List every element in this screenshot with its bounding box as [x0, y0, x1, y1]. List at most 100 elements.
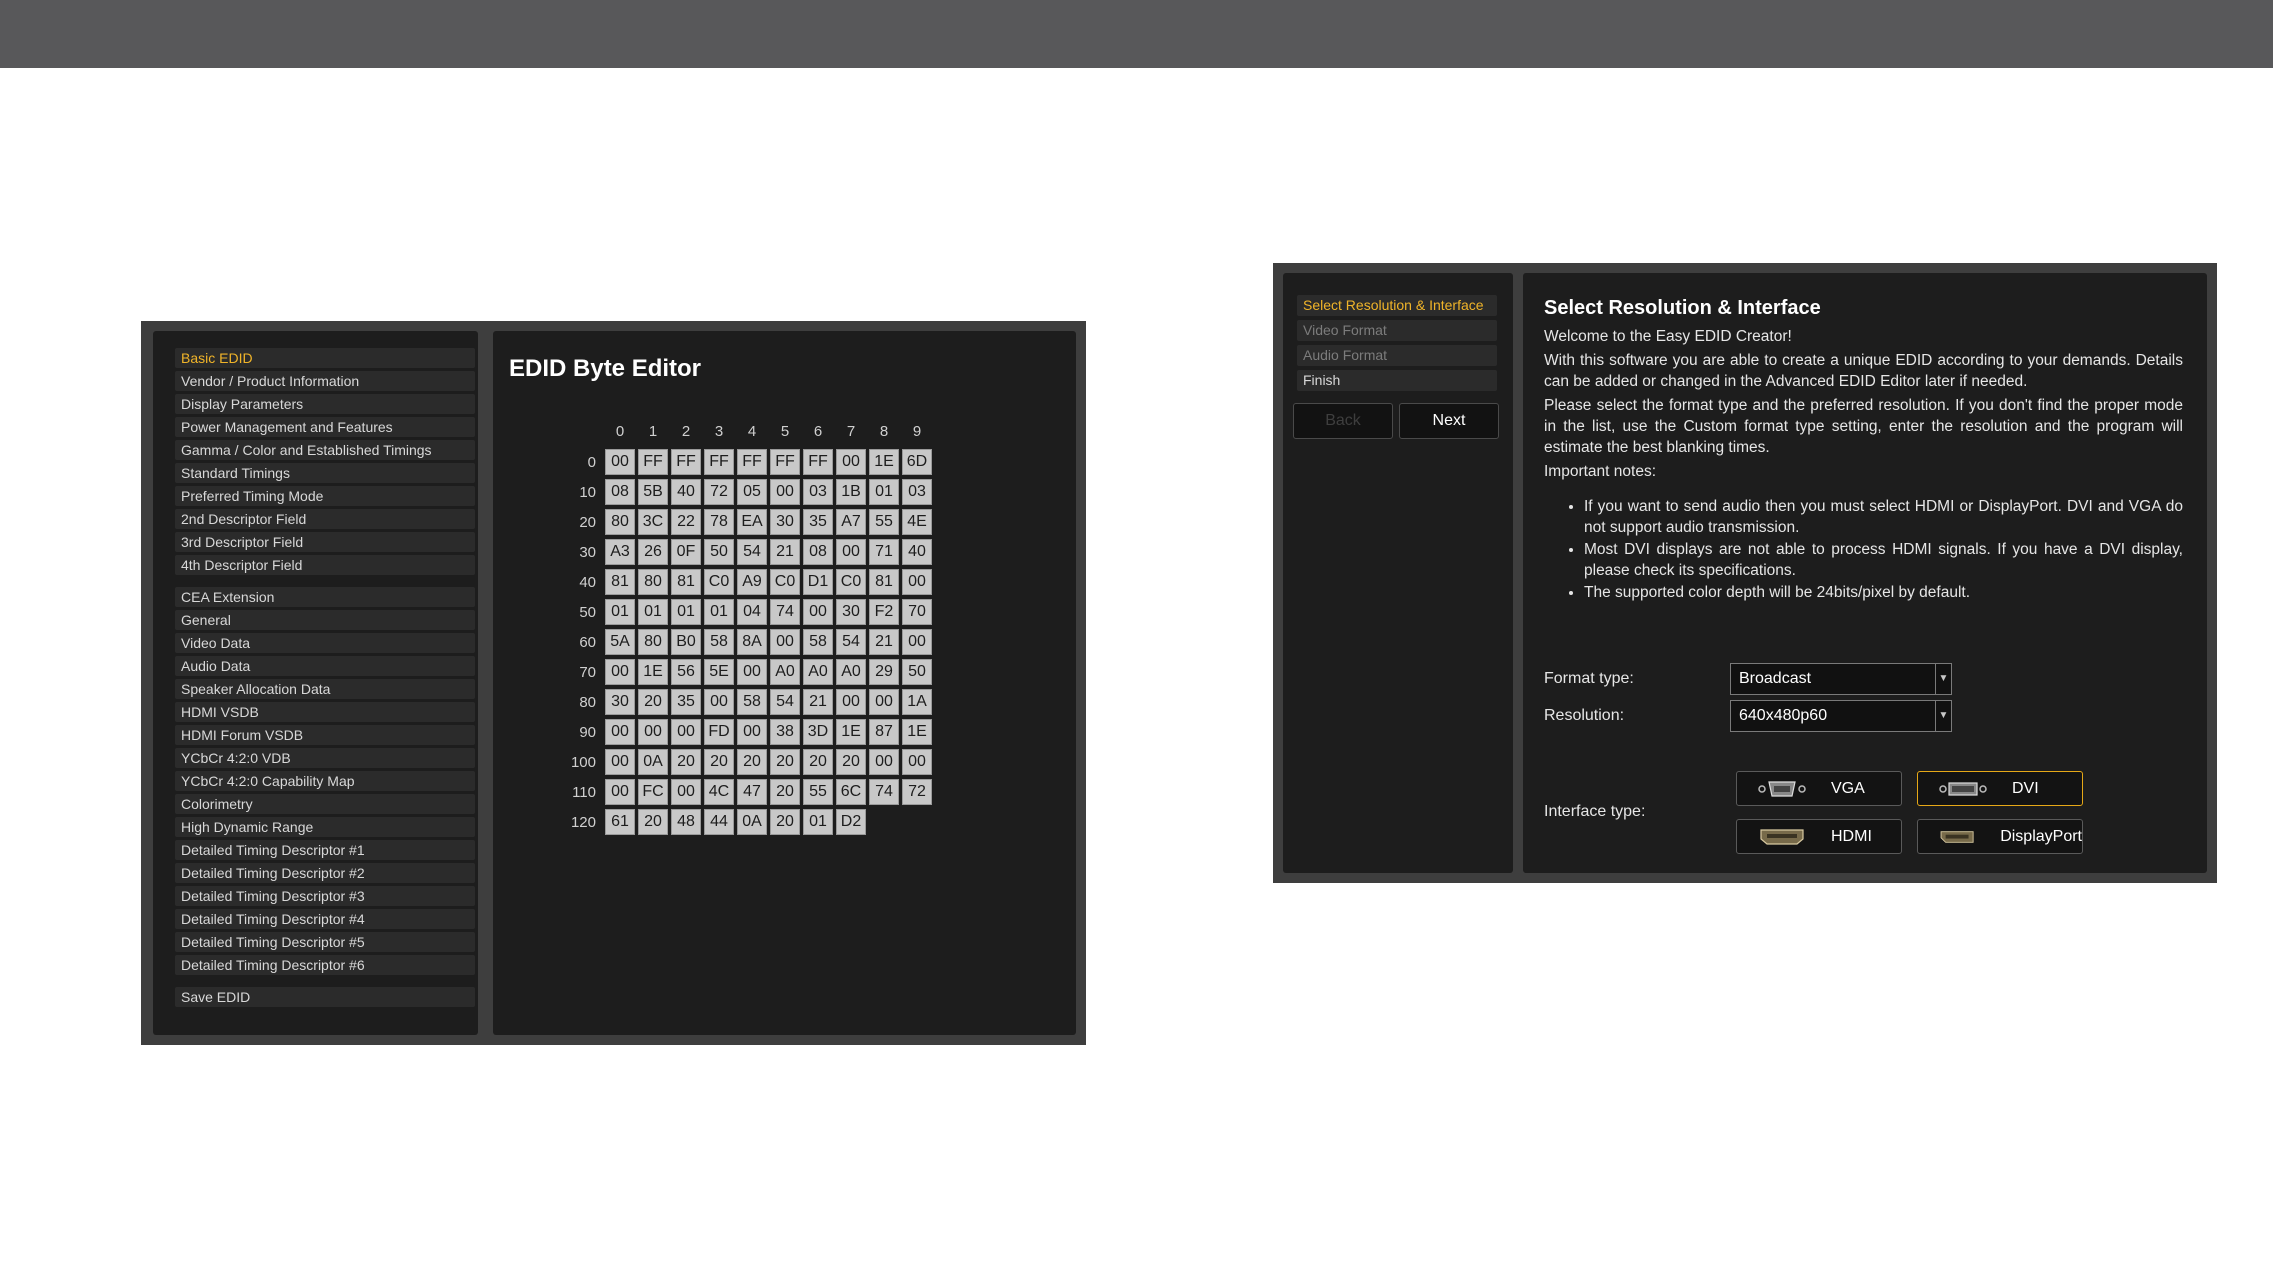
byte-cell[interactable]: 87	[869, 719, 899, 745]
byte-cell[interactable]: 22	[671, 509, 701, 535]
byte-cell[interactable]: 04	[737, 599, 767, 625]
byte-cell[interactable]: F2	[869, 599, 899, 625]
nav-item-detailed-timing-descriptor-1[interactable]: Detailed Timing Descriptor #1	[175, 840, 475, 860]
byte-cell[interactable]: 1E	[902, 719, 932, 745]
format-type-select[interactable]: Broadcast ▼	[1730, 663, 1952, 695]
byte-cell[interactable]: 6D	[902, 449, 932, 475]
byte-cell[interactable]: 30	[770, 509, 800, 535]
byte-cell[interactable]: 54	[737, 539, 767, 565]
byte-cell[interactable]: A0	[770, 659, 800, 685]
byte-cell[interactable]: B0	[671, 629, 701, 655]
byte-cell[interactable]: 30	[836, 599, 866, 625]
byte-cell[interactable]: 00	[836, 539, 866, 565]
byte-cell[interactable]: 78	[704, 509, 734, 535]
byte-cell[interactable]: 00	[770, 629, 800, 655]
byte-cell[interactable]: 20	[803, 749, 833, 775]
byte-cell[interactable]: 08	[605, 479, 635, 505]
byte-cell[interactable]: 56	[671, 659, 701, 685]
byte-cell[interactable]: 48	[671, 809, 701, 835]
byte-cell[interactable]: 00	[836, 449, 866, 475]
nav-item-hdmi-vsdb[interactable]: HDMI VSDB	[175, 702, 475, 722]
byte-cell[interactable]: 00	[803, 599, 833, 625]
byte-cell[interactable]: 00	[671, 779, 701, 805]
nav-item-cea-extension[interactable]: CEA Extension	[175, 587, 475, 607]
byte-cell[interactable]: 30	[605, 689, 635, 715]
byte-cell[interactable]: A0	[803, 659, 833, 685]
byte-cell[interactable]: 81	[869, 569, 899, 595]
byte-cell[interactable]: 81	[671, 569, 701, 595]
back-button[interactable]: Back	[1293, 403, 1393, 439]
byte-cell[interactable]: 40	[671, 479, 701, 505]
byte-cell[interactable]: 01	[638, 599, 668, 625]
nav-item-3rd-descriptor-field[interactable]: 3rd Descriptor Field	[175, 532, 475, 552]
byte-cell[interactable]: 5E	[704, 659, 734, 685]
byte-cell[interactable]: C0	[770, 569, 800, 595]
byte-cell[interactable]: D1	[803, 569, 833, 595]
byte-cell[interactable]: 20	[737, 749, 767, 775]
wizard-step-finish[interactable]: Finish	[1297, 370, 1497, 391]
byte-cell[interactable]: 00	[605, 659, 635, 685]
byte-cell[interactable]: 61	[605, 809, 635, 835]
nav-item-gamma-color-and-established-timings[interactable]: Gamma / Color and Established Timings	[175, 440, 475, 460]
byte-cell[interactable]: 00	[605, 779, 635, 805]
byte-cell[interactable]: 00	[605, 449, 635, 475]
byte-cell[interactable]: 8A	[737, 629, 767, 655]
byte-cell[interactable]: 40	[902, 539, 932, 565]
byte-cell[interactable]: 0A	[638, 749, 668, 775]
byte-cell[interactable]: 00	[605, 749, 635, 775]
nav-item-standard-timings[interactable]: Standard Timings	[175, 463, 475, 483]
byte-cell[interactable]: 00	[902, 569, 932, 595]
byte-cell[interactable]: 08	[803, 539, 833, 565]
resolution-select[interactable]: 640x480p60 ▼	[1730, 700, 1952, 732]
byte-cell[interactable]: 1E	[869, 449, 899, 475]
byte-cell[interactable]: 03	[902, 479, 932, 505]
byte-cell[interactable]: 26	[638, 539, 668, 565]
byte-cell[interactable]: FF	[671, 449, 701, 475]
byte-cell[interactable]: 03	[803, 479, 833, 505]
byte-cell[interactable]: 1B	[836, 479, 866, 505]
nav-item-save-edid[interactable]: Save EDID	[175, 987, 475, 1007]
wizard-step-audio-format[interactable]: Audio Format	[1297, 345, 1497, 366]
byte-cell[interactable]: FC	[638, 779, 668, 805]
nav-item-basic-edid[interactable]: Basic EDID	[175, 348, 475, 368]
nav-item-colorimetry[interactable]: Colorimetry	[175, 794, 475, 814]
byte-cell[interactable]: A7	[836, 509, 866, 535]
nav-item-video-data[interactable]: Video Data	[175, 633, 475, 653]
byte-cell[interactable]: 74	[770, 599, 800, 625]
byte-cell[interactable]: 00	[869, 749, 899, 775]
byte-cell[interactable]: 00	[770, 479, 800, 505]
nav-item-hdmi-forum-vsdb[interactable]: HDMI Forum VSDB	[175, 725, 475, 745]
byte-cell[interactable]: 6C	[836, 779, 866, 805]
nav-item-vendor-product-information[interactable]: Vendor / Product Information	[175, 371, 475, 391]
byte-cell[interactable]: 4C	[704, 779, 734, 805]
byte-cell[interactable]: 00	[638, 719, 668, 745]
byte-cell[interactable]: 21	[770, 539, 800, 565]
interface-dvi-button[interactable]: DVI	[1917, 771, 2083, 806]
byte-cell[interactable]: FF	[704, 449, 734, 475]
byte-cell[interactable]: A3	[605, 539, 635, 565]
byte-cell[interactable]: 00	[605, 719, 635, 745]
byte-cell[interactable]: 0F	[671, 539, 701, 565]
byte-cell[interactable]: FF	[803, 449, 833, 475]
byte-cell[interactable]: 58	[737, 689, 767, 715]
byte-cell[interactable]: 1A	[902, 689, 932, 715]
byte-cell[interactable]: 47	[737, 779, 767, 805]
byte-cell[interactable]: 5A	[605, 629, 635, 655]
byte-cell[interactable]: 01	[803, 809, 833, 835]
byte-cell[interactable]: 20	[704, 749, 734, 775]
byte-cell[interactable]: 58	[704, 629, 734, 655]
byte-cell[interactable]: FD	[704, 719, 734, 745]
byte-cell[interactable]: FF	[770, 449, 800, 475]
nav-item-4th-descriptor-field[interactable]: 4th Descriptor Field	[175, 555, 475, 575]
nav-item-preferred-timing-mode[interactable]: Preferred Timing Mode	[175, 486, 475, 506]
byte-cell[interactable]: C0	[704, 569, 734, 595]
byte-cell[interactable]: 00	[737, 659, 767, 685]
nav-item-detailed-timing-descriptor-2[interactable]: Detailed Timing Descriptor #2	[175, 863, 475, 883]
byte-cell[interactable]: 3D	[803, 719, 833, 745]
byte-cell[interactable]: 1E	[638, 659, 668, 685]
byte-cell[interactable]: 01	[671, 599, 701, 625]
byte-cell[interactable]: C0	[836, 569, 866, 595]
byte-cell[interactable]: 54	[770, 689, 800, 715]
byte-cell[interactable]: 70	[902, 599, 932, 625]
byte-cell[interactable]: 20	[836, 749, 866, 775]
